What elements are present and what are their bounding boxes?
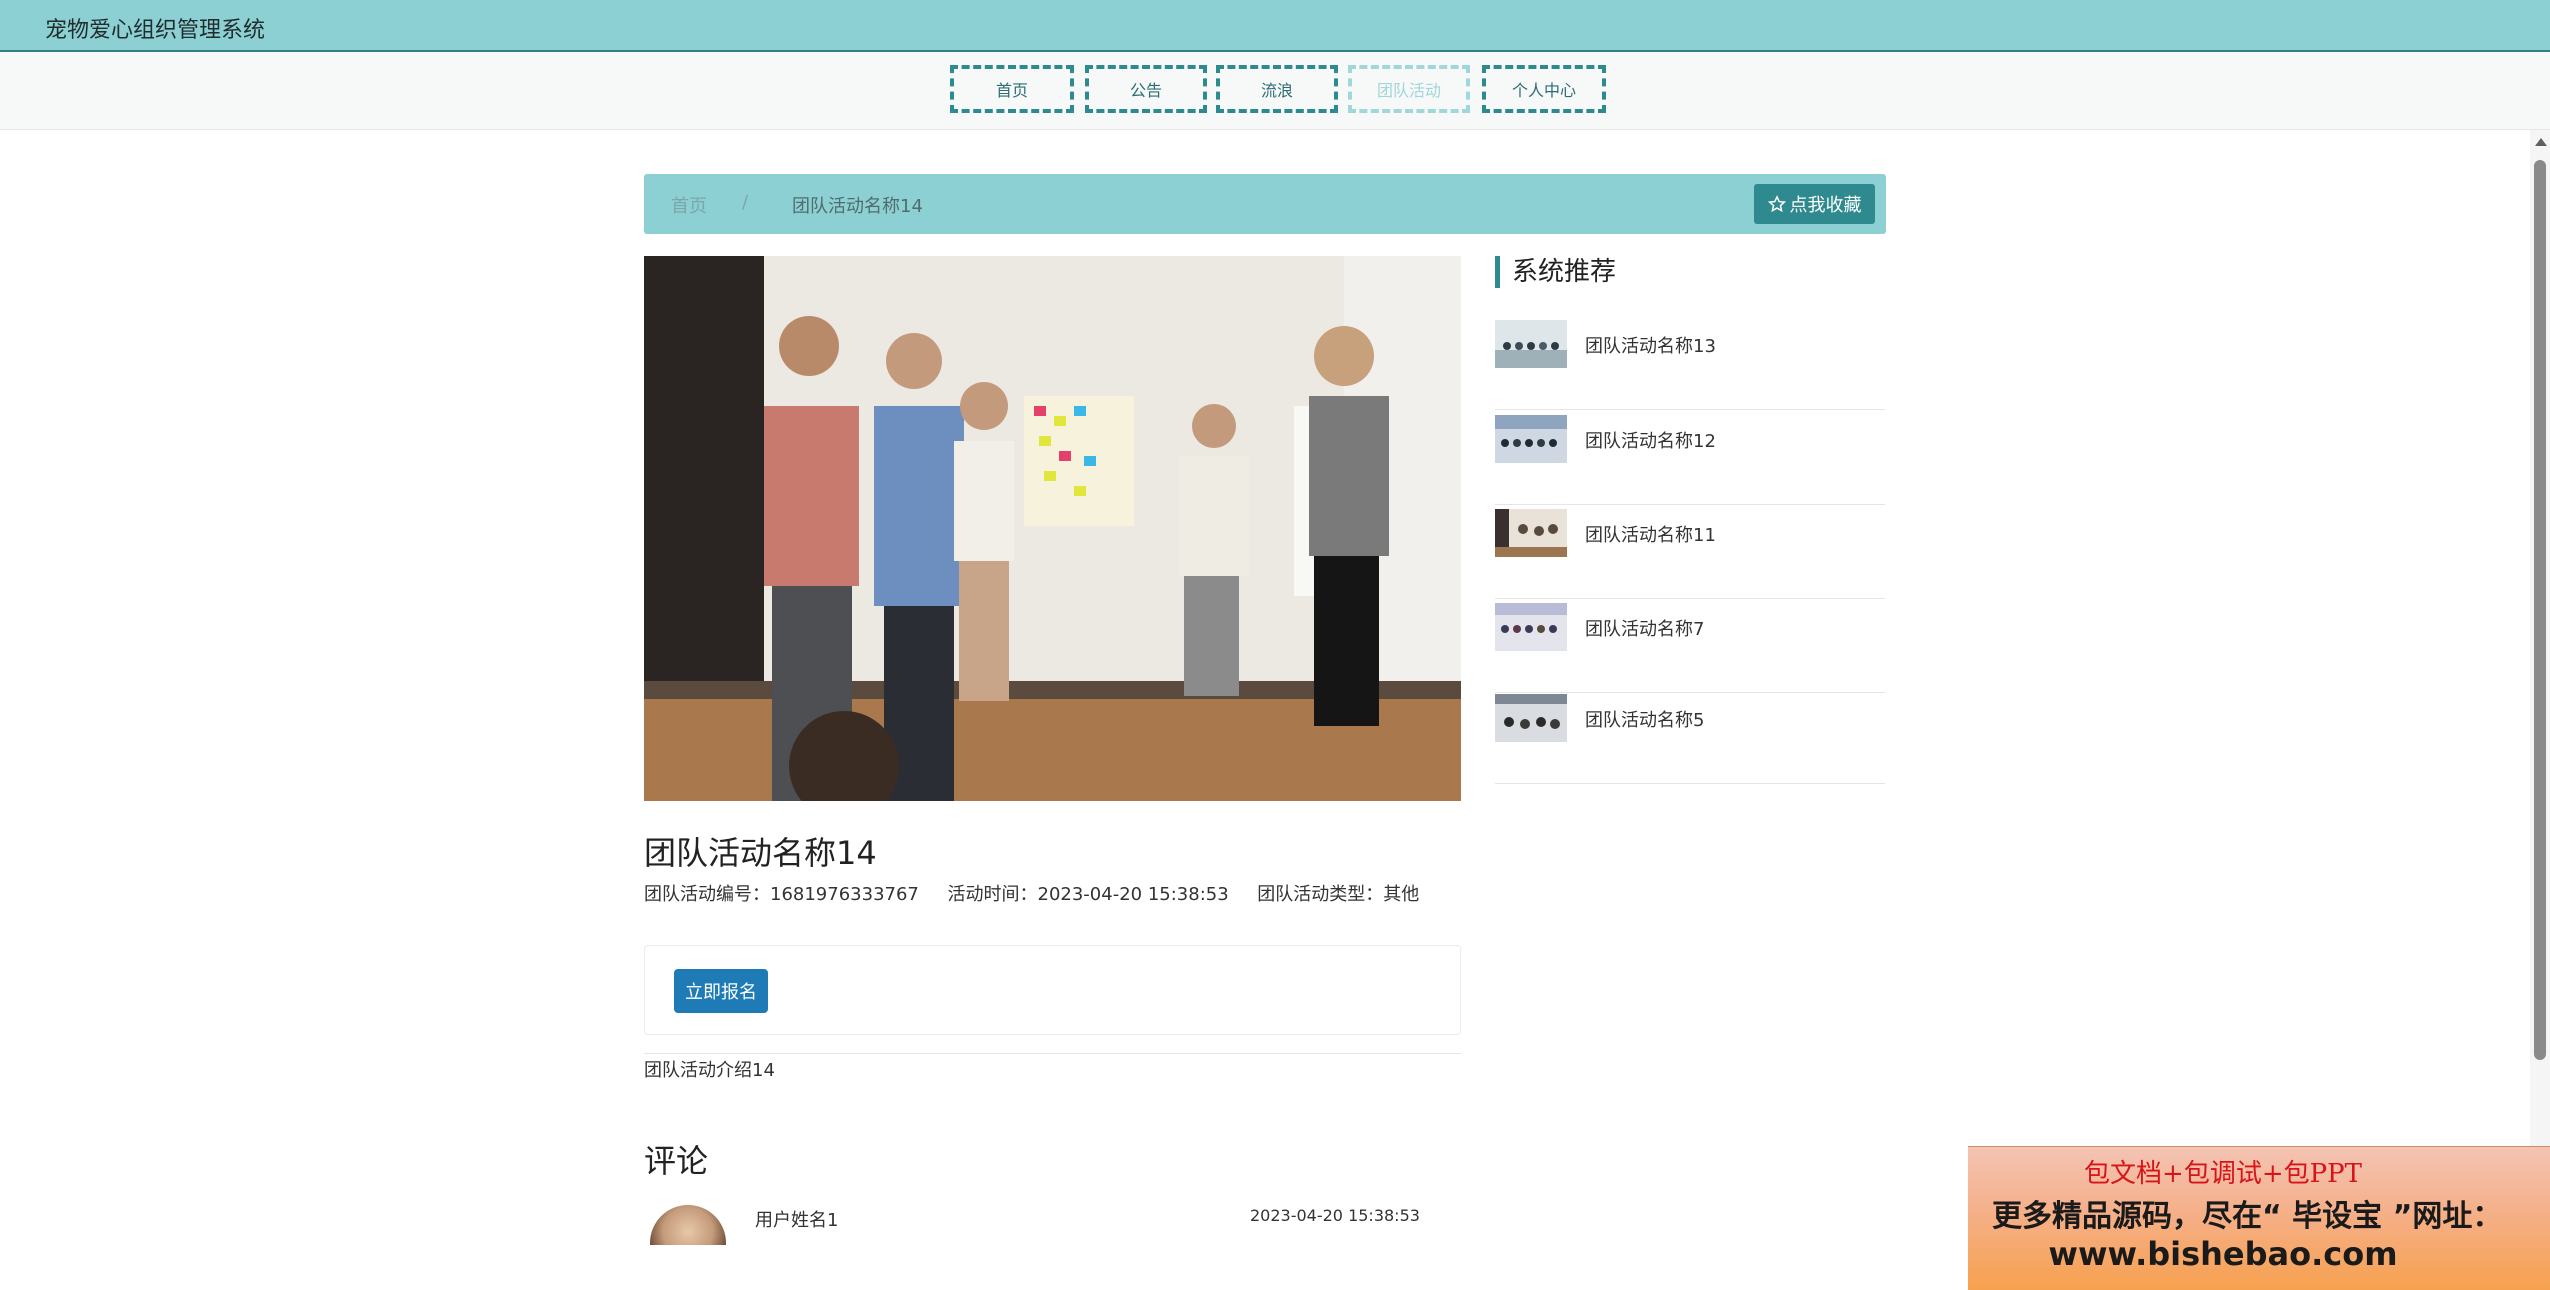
ad-banner[interactable]: 包文档+包调试+包PPT 更多精品源码，尽在“ 毕设宝 ”网址： www.bis… (1968, 1146, 2550, 1290)
signup-panel: 立即报名 (644, 945, 1461, 1035)
recommend-thumbnail (1495, 415, 1567, 463)
nav-notice[interactable]: 公告 (1085, 65, 1207, 113)
recommend-thumbnail (1495, 320, 1567, 368)
recommend-thumbnail (1495, 603, 1567, 651)
page-scrollbar[interactable] (2530, 130, 2550, 1290)
ad-line-1: 包文档+包调试+包PPT (2084, 1159, 2362, 1189)
recommend-item-label: 团队活动名称12 (1585, 431, 1716, 452)
recommend-thumbnail (1495, 509, 1567, 557)
recommend-item[interactable]: 团队活动名称11 (1495, 509, 1885, 599)
code-label: 团队活动编号： (644, 884, 770, 905)
recommend-item[interactable]: 团队活动名称13 (1495, 320, 1885, 410)
system-title: 宠物爱心组织管理系统 (45, 18, 266, 43)
nav-team-activity[interactable]: 团队活动 (1348, 65, 1470, 113)
scroll-thumb[interactable] (2534, 160, 2546, 1060)
comments-heading: 评论 (644, 1142, 709, 1180)
scroll-up-arrow-icon[interactable] (2535, 138, 2547, 146)
nav-user-center[interactable]: 个人中心 (1482, 65, 1606, 113)
comment-time: 2023-04-20 15:38:53 (1250, 1206, 1420, 1225)
nav-home[interactable]: 首页 (950, 65, 1074, 113)
favorite-button[interactable]: 点我收藏 (1754, 184, 1875, 224)
star-outline-icon (1767, 195, 1786, 213)
main-nav: 首页 公告 流浪 团队活动 个人中心 (0, 52, 2550, 130)
activity-meta: 团队活动编号：1681976333767 活动时间：2023-04-20 15:… (644, 880, 1419, 906)
favorite-button-label: 点我收藏 (1789, 195, 1862, 216)
type-label: 团队活动类型： (1257, 884, 1384, 905)
ad-url: www.bishebao.com (2048, 1235, 2398, 1273)
recommend-thumbnail (1495, 694, 1567, 742)
type-value: 其他 (1383, 884, 1420, 905)
content-divider (644, 1053, 1461, 1054)
recommend-item[interactable]: 团队活动名称5 (1495, 694, 1885, 784)
breadcrumb-current: 团队活动名称14 (792, 196, 923, 217)
recommend-item-label: 团队活动名称5 (1585, 710, 1705, 731)
nav-stray[interactable]: 流浪 (1216, 65, 1338, 113)
recommend-heading: 系统推荐 (1495, 256, 1616, 288)
recommend-item-label: 团队活动名称13 (1585, 336, 1716, 357)
ad-line-2: 更多精品源码，尽在“ 毕设宝 ”网址： (1992, 1199, 2503, 1234)
time-value: 2023-04-20 15:38:53 (1037, 884, 1229, 905)
breadcrumb-separator: / (742, 192, 749, 213)
recommend-item-label: 团队活动名称11 (1585, 525, 1716, 546)
top-header-bar: 宠物爱心组织管理系统 (0, 0, 2550, 52)
activity-intro: 团队活动介绍14 (644, 1060, 775, 1081)
time-label: 活动时间： (947, 884, 1038, 905)
signup-button[interactable]: 立即报名 (674, 969, 768, 1013)
recommend-item-label: 团队活动名称7 (1585, 619, 1705, 640)
avatar (650, 1205, 726, 1245)
activity-photo (644, 256, 1461, 801)
breadcrumb: 首页 / 团队活动名称14 点我收藏 (644, 174, 1886, 234)
breadcrumb-home-link[interactable]: 首页 (671, 192, 707, 218)
recommend-item[interactable]: 团队活动名称12 (1495, 415, 1885, 505)
code-value: 1681976333767 (770, 884, 919, 905)
comment-user-name: 用户姓名1 (755, 1210, 839, 1231)
recommend-item[interactable]: 团队活动名称7 (1495, 603, 1885, 693)
activity-title: 团队活动名称14 (644, 834, 877, 872)
